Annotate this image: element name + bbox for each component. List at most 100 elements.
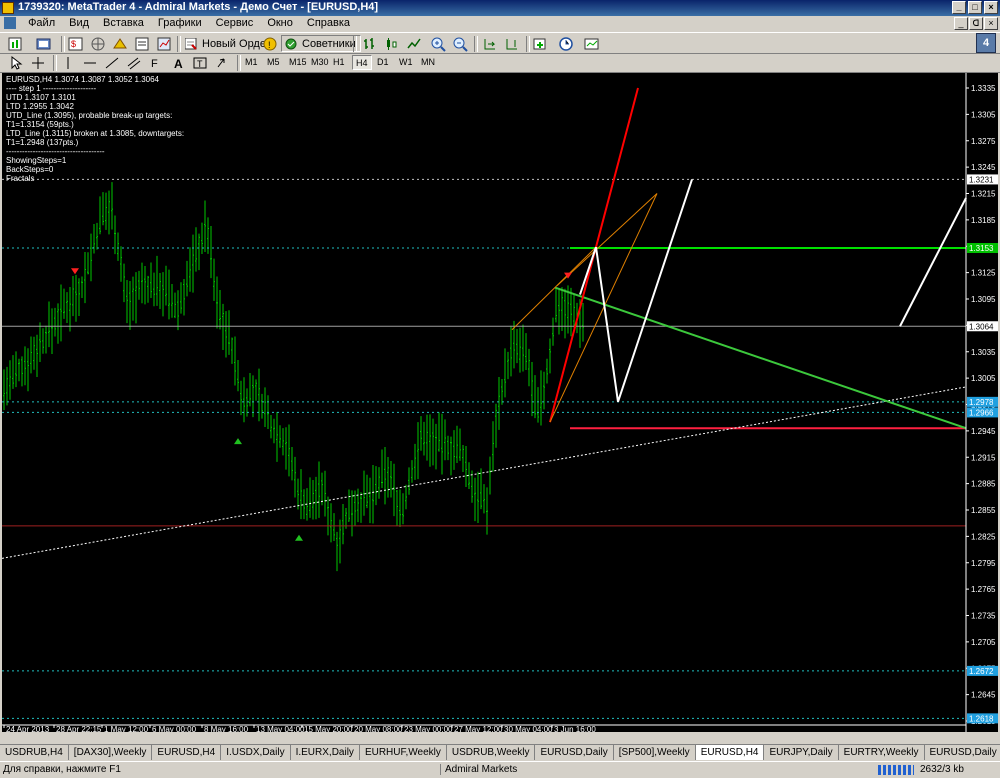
timeframe-m15[interactable]: M15 <box>286 55 310 70</box>
time-label: 6 May 00:00 <box>152 725 197 732</box>
svg-text:$: $ <box>71 39 76 49</box>
info-line: T1=1.3154 (59pts.) <box>6 120 184 129</box>
drawing-and-timeframe-toolbar: F A T M1M5M15M30H1 H4D1 W1MN <box>0 54 1000 73</box>
ltd-trendline <box>555 288 966 429</box>
horizontal-scrollbar[interactable] <box>0 732 1000 744</box>
terminal-icon[interactable] <box>134 36 150 52</box>
time-label: 13 May 04:00 <box>256 725 305 732</box>
info-line: Fractals <box>6 174 184 183</box>
price-tag-green-text: 1.3153 <box>969 244 994 253</box>
projection-right <box>900 198 966 326</box>
profile-name: Admiral Markets <box>440 764 517 775</box>
text-tool-icon[interactable]: A <box>170 55 186 71</box>
price-label: 1.3215 <box>971 190 996 199</box>
price-tag-blue-a-text: 1.2978 <box>969 398 994 407</box>
maximize-button[interactable]: □ <box>968 1 982 14</box>
chart-window-icon[interactable] <box>4 17 16 29</box>
menu-item[interactable]: Справка <box>300 16 357 29</box>
templates-icon[interactable] <box>584 36 600 52</box>
svg-text:A: A <box>174 57 183 71</box>
title-bar: 1739320: MetaTrader 4 - Admiral Markets … <box>0 0 1000 16</box>
chart-shift-icon[interactable] <box>504 36 520 52</box>
data-window-icon[interactable] <box>90 36 106 52</box>
timeframe-m5[interactable]: M5 <box>264 55 283 70</box>
chart-tab[interactable]: EURJPY,Daily <box>764 745 838 760</box>
chart-tab[interactable]: I.USDX,Daily <box>221 745 290 760</box>
timeframe-w1[interactable]: W1 <box>396 55 416 70</box>
menu-item[interactable]: Вид <box>62 16 96 29</box>
autotrading-info-icon[interactable]: ! <box>262 36 278 52</box>
price-label: 1.2765 <box>971 585 996 594</box>
menu-item[interactable]: Окно <box>260 16 300 29</box>
metatrader-app-icon <box>2 2 14 14</box>
projection-zigzag-1 <box>596 179 692 401</box>
price-label: 1.3005 <box>971 374 996 383</box>
bar-chart-icon[interactable] <box>362 36 378 52</box>
price-label: 1.2795 <box>971 559 996 568</box>
expert-advisors-button[interactable]: Советники <box>281 35 361 52</box>
price-label: 1.2645 <box>971 691 996 700</box>
cursor-icon[interactable] <box>8 55 24 71</box>
chart-restore-button[interactable]: ᗡ <box>969 17 983 30</box>
chart-tab[interactable]: EURUSD,H4 <box>696 745 765 760</box>
timeframe-m1[interactable]: M1 <box>242 55 261 70</box>
chart-tab[interactable]: [DAX30],Weekly <box>69 745 153 760</box>
line-chart-icon[interactable] <box>406 36 422 52</box>
chart-tab[interactable]: EURHUF,Weekly <box>360 745 447 760</box>
notification-count-badge[interactable]: 4 <box>976 33 996 53</box>
chart-minimize-button[interactable]: _ <box>954 17 968 30</box>
chart-info-panel: EURUSD,H4 1.3074 1.3087 1.3052 1.3064 --… <box>6 75 184 183</box>
periods-icon[interactable] <box>558 36 574 52</box>
profiles-icon[interactable] <box>36 36 52 52</box>
chart-tab[interactable]: EURTRY,Weekly <box>839 745 925 760</box>
timeframe-d1[interactable]: D1 <box>374 55 392 70</box>
fibonacci-icon[interactable]: F <box>148 55 164 71</box>
time-label: 23 May 00:00 <box>404 725 453 732</box>
chart-tab[interactable]: [SP500],Weekly <box>614 745 696 760</box>
timeframe-m30[interactable]: M30 <box>308 55 332 70</box>
window-title: 1739320: MetaTrader 4 - Admiral Markets … <box>18 1 378 13</box>
chart-header: EURUSD,H4 1.3074 1.3087 1.3052 1.3064 <box>6 75 184 84</box>
chart-close-button[interactable]: × <box>984 17 998 30</box>
trendline-icon[interactable] <box>104 55 120 71</box>
window-controls: _ □ × <box>952 1 998 14</box>
price-tag-low-b-text: 1.2618 <box>969 714 994 723</box>
zoom-out-icon[interactable] <box>452 36 468 52</box>
timeframe-mn[interactable]: MN <box>418 55 438 70</box>
chart-tab[interactable]: EURUSD,Daily <box>535 745 613 760</box>
red-projection-1 <box>550 247 596 422</box>
close-button[interactable]: × <box>984 1 998 14</box>
crosshair-icon[interactable] <box>30 55 46 71</box>
chart-tab[interactable]: EURUSD,H4 <box>152 745 221 760</box>
time-label: 8 May 16:00 <box>204 725 249 732</box>
chart-tab[interactable]: USDRUB,Weekly <box>447 745 536 760</box>
vertical-line-icon[interactable] <box>60 55 76 71</box>
chart-tab[interactable]: EURUSD,Daily <box>925 745 1000 760</box>
menu-bar: ФайлВидВставкаГрафикиСервисОкноСправка _… <box>0 16 1000 32</box>
chart-tab[interactable]: I.EURX,Daily <box>291 745 360 760</box>
price-label: 1.3035 <box>971 348 996 357</box>
candlestick-chart-icon[interactable] <box>384 36 400 52</box>
market-watch-icon[interactable]: $ <box>68 36 84 52</box>
zoom-in-icon[interactable] <box>430 36 446 52</box>
horizontal-line-icon[interactable] <box>82 55 98 71</box>
fractal-down-arrow <box>71 268 79 274</box>
equidistant-channel-icon[interactable] <box>126 55 142 71</box>
minimize-button[interactable]: _ <box>952 1 966 14</box>
menu-item[interactable]: Графики <box>151 16 209 29</box>
auto-scroll-icon[interactable] <box>482 36 498 52</box>
price-chart[interactable]: 1.33351.33051.32751.32451.32151.31851.31… <box>2 73 998 732</box>
arrows-icon[interactable] <box>214 55 230 71</box>
price-tag-low-a-text: 1.2672 <box>969 667 994 676</box>
new-chart-icon[interactable] <box>8 36 24 52</box>
menu-item[interactable]: Файл <box>21 16 62 29</box>
chart-tab[interactable]: USDRUB,H4 <box>0 745 69 760</box>
timeframe-h1[interactable]: H1 <box>330 55 348 70</box>
menu-item[interactable]: Сервис <box>209 16 261 29</box>
navigator-icon[interactable] <box>112 36 128 52</box>
text-label-icon[interactable]: T <box>192 55 208 71</box>
tester-icon[interactable] <box>156 36 172 52</box>
menu-item[interactable]: Вставка <box>96 16 151 29</box>
indicators-icon[interactable] <box>532 36 548 52</box>
timeframe-h4[interactable]: H4 <box>352 55 372 70</box>
